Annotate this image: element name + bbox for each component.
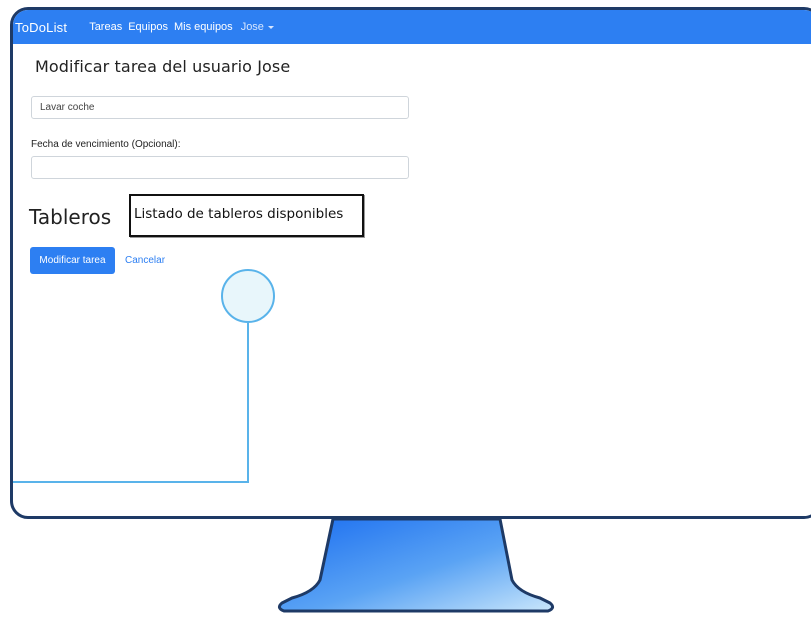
callout-circle-icon (221, 269, 275, 323)
callout-line-vertical (247, 323, 249, 482)
cancel-link[interactable]: Cancelar (125, 255, 165, 266)
nav-item-equipos[interactable]: Equipos (128, 21, 168, 33)
brand-link[interactable]: ToDoList (15, 20, 67, 35)
nav-item-mis-equipos[interactable]: Mis equipos (174, 21, 233, 33)
caret-down-icon (267, 25, 274, 29)
due-date-input[interactable] (31, 156, 409, 179)
due-date-label: Fecha de vencimiento (Opcional): (31, 139, 181, 150)
nav-item-tareas[interactable]: Tareas (89, 21, 122, 33)
navbar: ToDoList Tareas Equipos Mis equipos Jose (13, 10, 811, 44)
page-title: Modificar tarea del usuario Jose (35, 57, 291, 76)
user-dropdown[interactable]: Jose (241, 21, 274, 33)
task-title-input[interactable] (31, 96, 409, 119)
boards-heading: Tableros (29, 205, 112, 229)
stage: ToDoList Tareas Equipos Mis equipos Jose… (0, 0, 811, 620)
monitor-screen: ToDoList Tareas Equipos Mis equipos Jose… (10, 7, 811, 519)
user-name: Jose (240, 21, 264, 33)
callout-line-horizontal (13, 481, 249, 483)
modify-task-button[interactable]: Modificar tarea (30, 247, 115, 274)
boards-list-box: Listado de tableros disponibles (129, 194, 364, 237)
